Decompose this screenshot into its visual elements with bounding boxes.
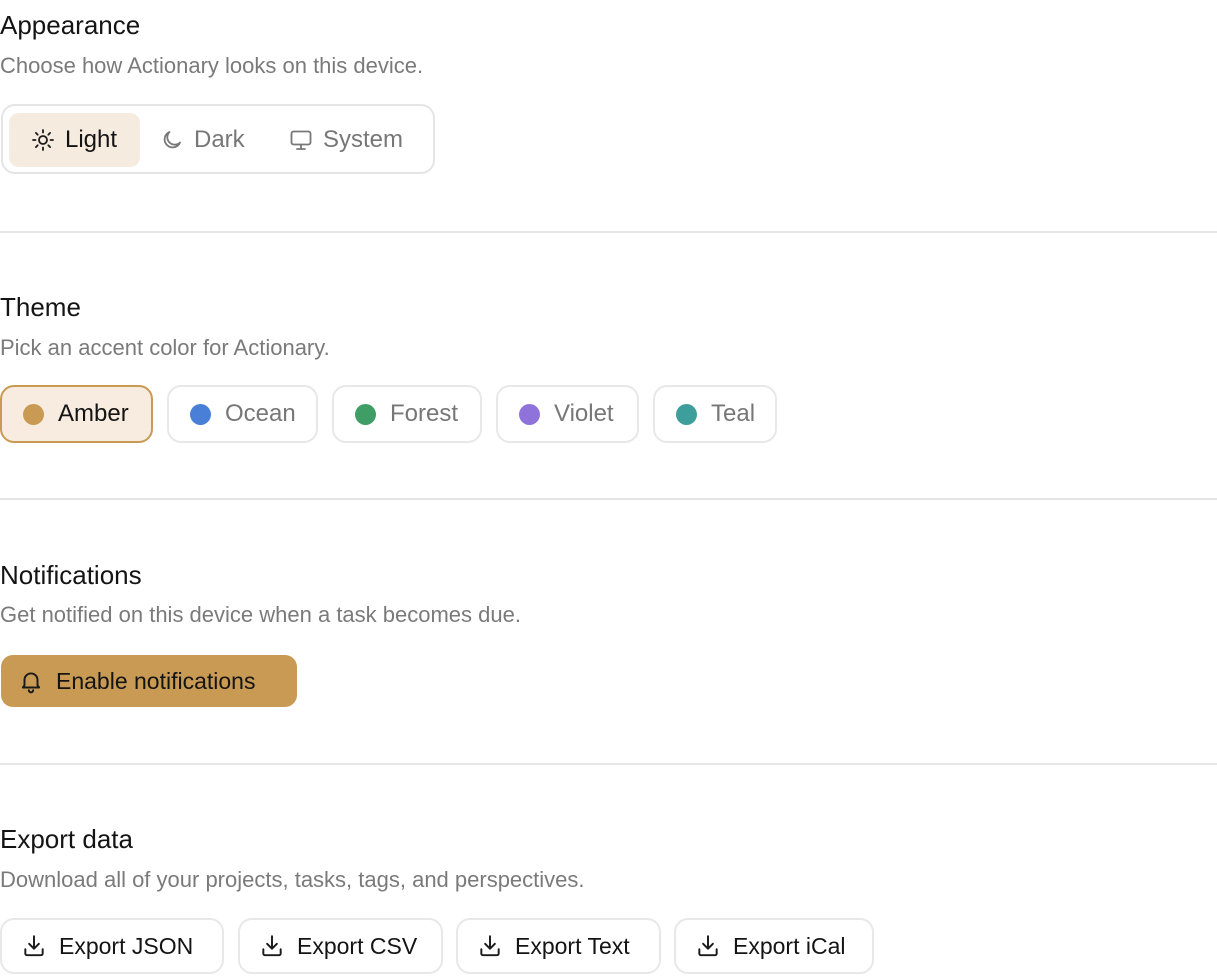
enable-notifications-button[interactable]: Enable notifications (1, 655, 297, 707)
export-button-label: Export Text (515, 932, 630, 959)
color-swatch (519, 403, 540, 425)
section-divider (0, 763, 1217, 765)
sun-icon (32, 129, 54, 151)
color-swatch (190, 403, 211, 425)
export-text-button[interactable]: Export Text (456, 918, 661, 974)
theme-option-label: Ocean (225, 400, 296, 427)
color-swatch (355, 403, 376, 425)
download-icon (480, 935, 500, 957)
appearance-segmented-control: Light Dark System (1, 104, 435, 174)
theme-option-label: Amber (58, 400, 129, 427)
export-title: Export data (0, 824, 133, 854)
appearance-option-light[interactable]: Light (9, 113, 140, 167)
download-icon (262, 935, 282, 957)
theme-option-label: Forest (390, 400, 459, 427)
appearance-option-system[interactable]: System (289, 113, 403, 167)
section-divider (0, 231, 1217, 233)
export-button-label: Export iCal (733, 932, 846, 959)
export-csv-button[interactable]: Export CSV (238, 918, 443, 974)
appearance-title: Appearance (0, 10, 141, 40)
export-json-button[interactable]: Export JSON (0, 918, 224, 974)
bell-icon (21, 672, 41, 694)
theme-option-amber[interactable]: Amber (0, 385, 153, 443)
download-icon (24, 935, 44, 957)
appearance-description: Choose how Actionary looks on this devic… (0, 53, 424, 78)
monitor-icon (290, 130, 312, 150)
moon-icon (163, 131, 181, 149)
notifications-title: Notifications (0, 560, 142, 590)
notifications-description: Get notified on this device when a task … (0, 602, 521, 627)
appearance-option-label: System (323, 126, 404, 153)
theme-option-label: Violet (554, 400, 614, 427)
section-divider (0, 498, 1217, 500)
export-button-label: Export JSON (59, 932, 194, 959)
theme-option-ocean[interactable]: Ocean (167, 385, 318, 443)
theme-description: Pick an accent color for Actionary. (0, 335, 330, 360)
theme-option-teal[interactable]: Teal (653, 385, 777, 443)
theme-title: Theme (0, 292, 81, 322)
color-swatch (676, 403, 697, 425)
export-ical-button[interactable]: Export iCal (674, 918, 874, 974)
theme-option-label: Teal (711, 400, 756, 427)
color-swatch (23, 403, 44, 425)
theme-option-forest[interactable]: Forest (332, 385, 482, 443)
export-description: Download all of your projects, tasks, ta… (0, 867, 585, 892)
export-button-label: Export CSV (297, 932, 418, 959)
download-icon (698, 935, 718, 957)
theme-option-violet[interactable]: Violet (496, 385, 639, 443)
appearance-option-dark[interactable]: Dark (160, 113, 245, 167)
enable-notifications-label: Enable notifications (56, 667, 256, 694)
appearance-option-label: Light (65, 126, 118, 153)
appearance-option-label: Dark (194, 126, 245, 153)
